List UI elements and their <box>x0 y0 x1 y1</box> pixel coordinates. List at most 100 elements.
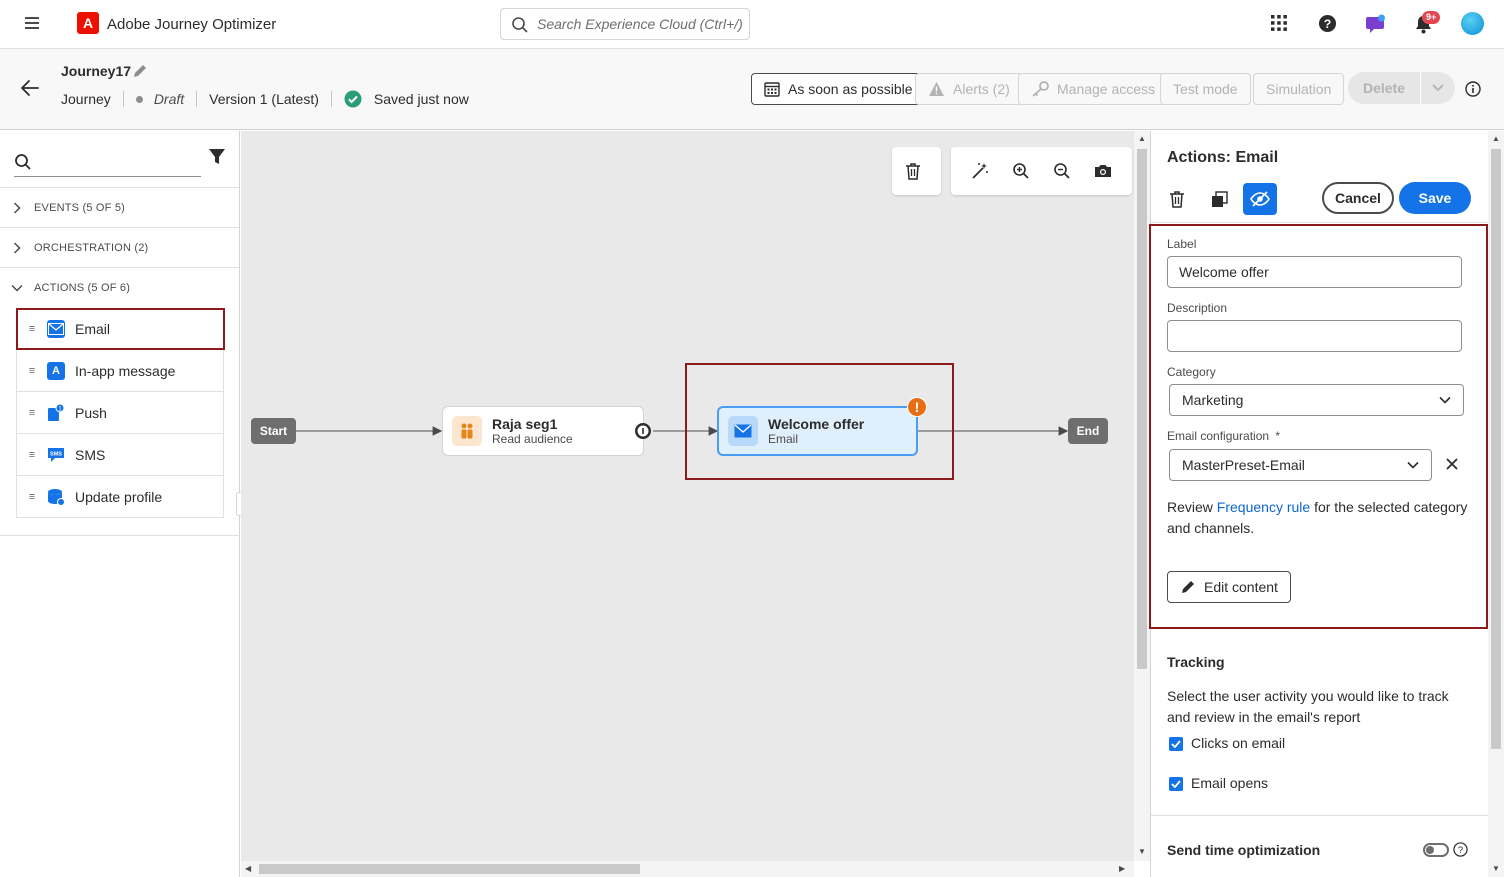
in-app-icon: A <box>47 361 65 380</box>
delete-icon[interactable] <box>1160 183 1194 215</box>
version-label: Version 1 (Latest) <box>209 91 319 107</box>
scroll-up-icon[interactable]: ▲ <box>1138 134 1146 143</box>
email-config-label-text: Email configuration <box>1167 429 1270 443</box>
read-audience-node[interactable]: Raja seg1 Read audience <box>442 406 644 456</box>
hide-icon[interactable] <box>1243 183 1277 215</box>
test-mode-label: Test mode <box>1173 81 1238 97</box>
avatar[interactable] <box>1461 12 1484 35</box>
edit-name-icon[interactable] <box>132 63 148 79</box>
help-icon[interactable]: ? <box>1318 14 1338 34</box>
divider <box>1151 815 1488 816</box>
drag-handle-icon[interactable]: ≡ <box>17 407 47 419</box>
calendar-icon <box>764 81 780 97</box>
search-input[interactable] <box>537 14 742 34</box>
scroll-down-icon[interactable]: ▼ <box>1492 864 1500 873</box>
simulation-button[interactable]: Simulation <box>1253 73 1345 105</box>
filter-icon[interactable] <box>208 148 226 166</box>
save-button[interactable]: Save <box>1399 182 1471 214</box>
action-sms[interactable]: ≡ SMS SMS <box>16 434 224 476</box>
category-select[interactable]: Marketing <box>1169 384 1464 416</box>
action-in-app-message[interactable]: ≡ A In-app message <box>16 350 224 392</box>
clicks-checkbox-label[interactable]: Clicks on email <box>1191 735 1285 751</box>
status-badge: Draft <box>153 91 185 107</box>
schedule-label: As soon as possible <box>788 81 913 97</box>
warning-icon[interactable]: ! <box>907 397 927 417</box>
drag-handle-icon[interactable]: ≡ <box>17 449 47 461</box>
delete-button[interactable]: Delete <box>1348 72 1455 104</box>
update-profile-icon <box>47 488 65 506</box>
drag-handle-icon[interactable]: ≡ <box>17 491 47 503</box>
action-email[interactable]: ≡ Email <box>16 308 224 350</box>
apps-grid-icon[interactable] <box>1270 14 1290 34</box>
node-subtitle: Read audience <box>492 431 573 446</box>
clicks-checkbox[interactable] <box>1169 737 1183 751</box>
alerts-button[interactable]: Alerts (2) <box>915 73 1023 105</box>
help-icon[interactable]: ? <box>1453 842 1468 857</box>
journey-canvas[interactable]: Start Raja seg1 Read audience Welcome of… <box>241 131 1134 861</box>
global-search[interactable] <box>500 8 750 40</box>
scroll-up-icon[interactable]: ▲ <box>1492 134 1500 143</box>
canvas-horizontal-scrollbar[interactable]: ◀ ▶ <box>241 861 1134 877</box>
action-update-profile[interactable]: ≡ Update profile <box>16 476 224 518</box>
start-node[interactable]: Start <box>251 418 296 444</box>
email-config-select[interactable]: MasterPreset-Email <box>1169 449 1432 481</box>
svg-text:?: ? <box>1324 17 1332 31</box>
description-input[interactable] <box>1167 320 1462 352</box>
label-input[interactable]: Welcome offer <box>1167 256 1462 288</box>
journey-meta: Journey Draft Version 1 (Latest) Saved j… <box>61 90 469 108</box>
category-field-label: Category <box>1167 365 1216 379</box>
activity-palette: EVENTS (5 OF 5) ORCHESTRATION (2) ACTION… <box>0 131 240 877</box>
scroll-down-icon[interactable]: ▼ <box>1138 847 1146 856</box>
opens-checkbox[interactable] <box>1169 777 1183 791</box>
scroll-thumb[interactable] <box>1137 149 1147 669</box>
app-title[interactable]: Adobe Journey Optimizer <box>107 16 276 33</box>
scroll-thumb[interactable] <box>259 864 640 874</box>
tracking-description: Select the user activity you would like … <box>1167 688 1449 725</box>
edit-content-label: Edit content <box>1204 579 1278 595</box>
test-mode-button[interactable]: Test mode <box>1160 73 1251 105</box>
action-push[interactable]: ≡ 1 Push <box>16 392 224 434</box>
category-orchestration[interactable]: ORCHESTRATION (2) <box>0 227 240 267</box>
drag-handle-icon[interactable]: ≡ <box>17 365 47 377</box>
scroll-thumb[interactable] <box>1491 149 1501 749</box>
palette-search[interactable] <box>14 145 201 177</box>
panel-title: Actions: Email <box>1167 149 1279 166</box>
adobe-logo-icon[interactable]: A <box>77 12 99 34</box>
welcome-offer-node[interactable]: Welcome offer Email <box>717 406 918 456</box>
back-arrow-icon[interactable] <box>20 79 40 97</box>
scroll-right-icon[interactable]: ▶ <box>1119 864 1125 873</box>
cancel-button[interactable]: Cancel <box>1322 182 1394 214</box>
canvas-vertical-scrollbar[interactable]: ▲ ▼ <box>1134 131 1150 861</box>
frequency-rule-note: Review Frequency rule for the selected c… <box>1167 497 1472 539</box>
chat-icon[interactable] <box>1366 14 1386 34</box>
scroll-left-icon[interactable]: ◀ <box>245 864 251 873</box>
menu-icon[interactable] <box>24 15 40 31</box>
frequency-rule-link[interactable]: Frequency rule <box>1217 499 1310 515</box>
send-time-optimization-toggle[interactable] <box>1423 843 1449 857</box>
email-config-field-label: Email configuration * <box>1167 429 1280 443</box>
schedule-button[interactable]: As soon as possible <box>751 73 926 105</box>
node-subtitle: Email <box>768 431 799 446</box>
divider <box>196 91 198 107</box>
clear-icon[interactable] <box>1445 457 1459 471</box>
email-icon <box>728 416 758 446</box>
action-label: Push <box>75 404 107 421</box>
category-label: EVENTS (5 OF 5) <box>34 201 126 214</box>
divider <box>122 91 124 107</box>
duplicate-icon[interactable] <box>1202 183 1236 215</box>
chevron-down-icon <box>1407 461 1419 469</box>
opens-checkbox-label[interactable]: Email opens <box>1191 775 1268 791</box>
edit-content-button[interactable]: Edit content <box>1167 571 1291 603</box>
divider <box>0 535 240 536</box>
manage-access-button[interactable]: Manage access <box>1018 73 1169 105</box>
drag-handle-icon[interactable]: ≡ <box>17 323 47 335</box>
divider <box>330 91 332 107</box>
node-output-icon[interactable] <box>634 422 652 440</box>
alerts-label: Alerts (2) <box>953 81 1010 97</box>
category-events[interactable]: EVENTS (5 OF 5) <box>0 187 240 227</box>
info-icon[interactable] <box>1465 81 1481 97</box>
end-node[interactable]: End <box>1068 418 1108 444</box>
chevron-down-icon[interactable] <box>1421 84 1455 92</box>
category-actions[interactable]: ACTIONS (5 OF 6) <box>0 267 240 307</box>
properties-scrollbar[interactable]: ▲ ▼ <box>1488 131 1504 877</box>
